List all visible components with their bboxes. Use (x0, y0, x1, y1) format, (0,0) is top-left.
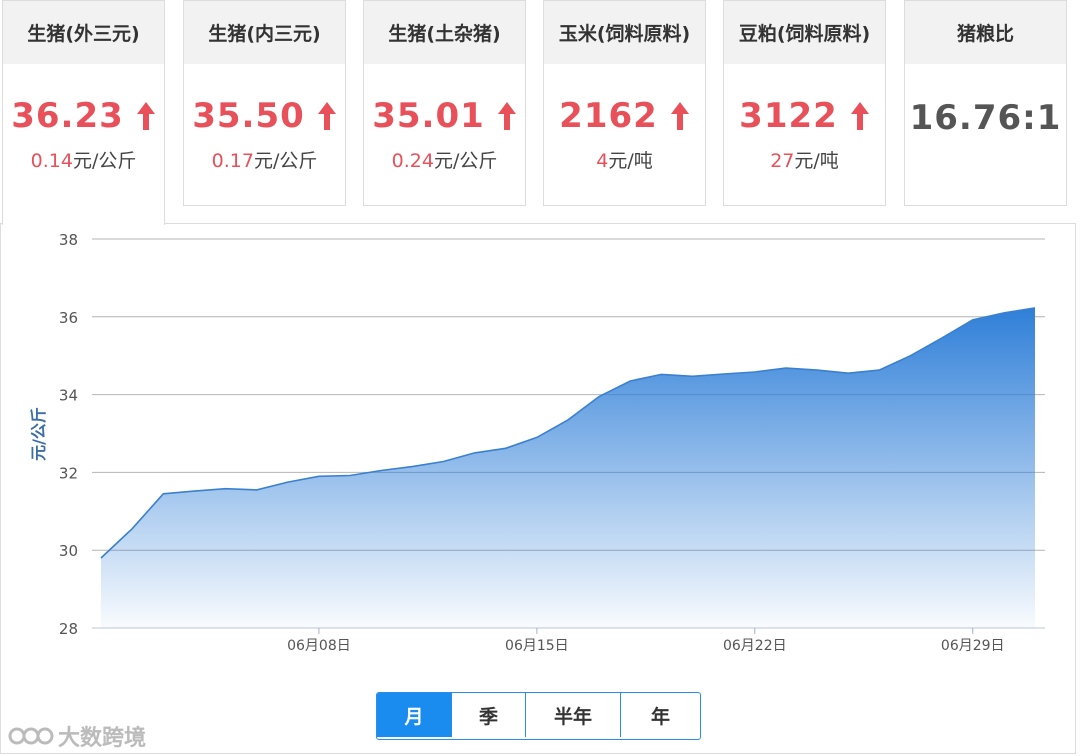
data-point[interactable] (99, 556, 104, 561)
data-point[interactable] (752, 370, 757, 375)
x-tick-label: 06月08日 (287, 638, 351, 654)
data-point[interactable] (877, 368, 882, 373)
data-point[interactable] (472, 450, 477, 455)
data-point[interactable] (379, 468, 384, 473)
data-point[interactable] (783, 366, 788, 371)
tab-year[interactable]: 年 (620, 693, 700, 737)
data-point[interactable] (192, 489, 197, 494)
data-point[interactable] (285, 480, 290, 485)
x-tick-label: 06月22日 (723, 638, 787, 654)
time-range-tabs: 月 季 半年 年 (376, 692, 701, 740)
x-tick-label: 06月15日 (505, 638, 569, 654)
data-point[interactable] (1033, 305, 1038, 310)
watermark-text: 大数跨境 (58, 726, 147, 751)
data-point[interactable] (316, 474, 321, 479)
y-tick-label: 32 (59, 464, 78, 482)
data-point[interactable] (846, 371, 851, 376)
y-tick-label: 38 (59, 231, 78, 249)
data-point[interactable] (223, 486, 228, 491)
tab-quarter[interactable]: 季 (451, 693, 525, 737)
data-point[interactable] (939, 336, 944, 341)
data-point[interactable] (254, 487, 259, 492)
data-point[interactable] (970, 317, 975, 322)
data-point[interactable] (690, 374, 695, 379)
data-point[interactable] (597, 394, 602, 399)
watermark: 大数跨境 (8, 720, 146, 752)
price-area-chart: 28 30 32 34 36 38 06月08日 06月15日 06月22日 06月29日 元/公… (29, 231, 1045, 654)
tab-month[interactable]: 月 (377, 693, 451, 737)
data-point[interactable] (410, 464, 415, 469)
tab-half-year[interactable]: 半年 (525, 693, 620, 737)
watermark-logo-icon (8, 727, 54, 745)
data-point[interactable] (908, 353, 913, 358)
data-point[interactable] (348, 473, 353, 478)
data-point[interactable] (503, 446, 508, 451)
data-point[interactable] (161, 491, 166, 496)
data-point[interactable] (815, 368, 820, 373)
y-axis-label: 元/公斤 (29, 407, 48, 461)
data-point[interactable] (659, 372, 664, 377)
data-point[interactable] (441, 459, 446, 464)
area-series (99, 305, 1038, 628)
data-point[interactable] (566, 417, 571, 422)
y-tick-label: 30 (59, 542, 78, 560)
y-tick-label: 34 (59, 387, 78, 405)
data-point[interactable] (1001, 310, 1006, 315)
area-fill (101, 307, 1035, 628)
x-tick-label: 06月29日 (941, 638, 1005, 654)
y-tick-label: 28 (59, 620, 78, 638)
data-point[interactable] (628, 379, 633, 384)
data-point[interactable] (130, 526, 135, 531)
y-tick-label: 36 (59, 309, 78, 327)
data-point[interactable] (721, 372, 726, 377)
data-point[interactable] (534, 435, 539, 440)
